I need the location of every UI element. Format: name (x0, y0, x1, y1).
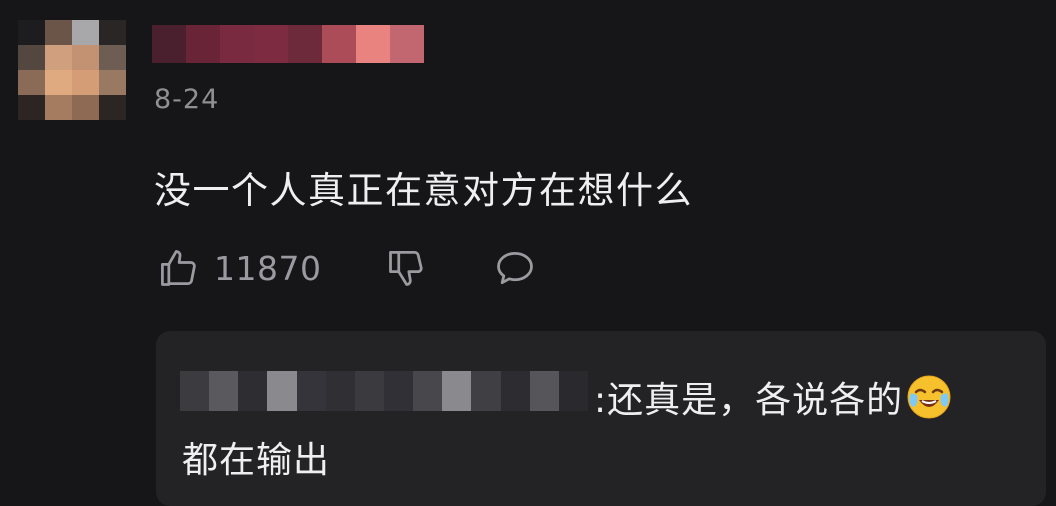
reply-preview[interactable]: :还真是，各说各的 都在输出 (156, 331, 1046, 506)
comment-actions: 11870 (156, 244, 537, 292)
comment-text: 没一个人真正在意对方在想什么 (154, 169, 693, 212)
comment-date: 8-24 (154, 84, 220, 115)
dislike-button[interactable] (385, 246, 429, 290)
username-redacted[interactable] (152, 25, 424, 63)
reply-bubble-icon (493, 246, 537, 290)
reply-button[interactable] (493, 246, 537, 290)
like-button[interactable]: 11870 (156, 246, 321, 290)
crying-laughing-emoji-icon (905, 373, 953, 421)
reply-text-line1: :还真是，各说各的 (594, 371, 953, 423)
thumbs-up-icon (156, 246, 200, 290)
like-count: 11870 (214, 248, 322, 288)
reply-username-redacted[interactable] (180, 371, 588, 411)
avatar[interactable] (18, 20, 126, 120)
reply-text-line2: 都在输出 (182, 440, 331, 481)
thumbs-down-icon (385, 246, 429, 290)
reply-text: :还真是，各说各的 (594, 380, 904, 421)
